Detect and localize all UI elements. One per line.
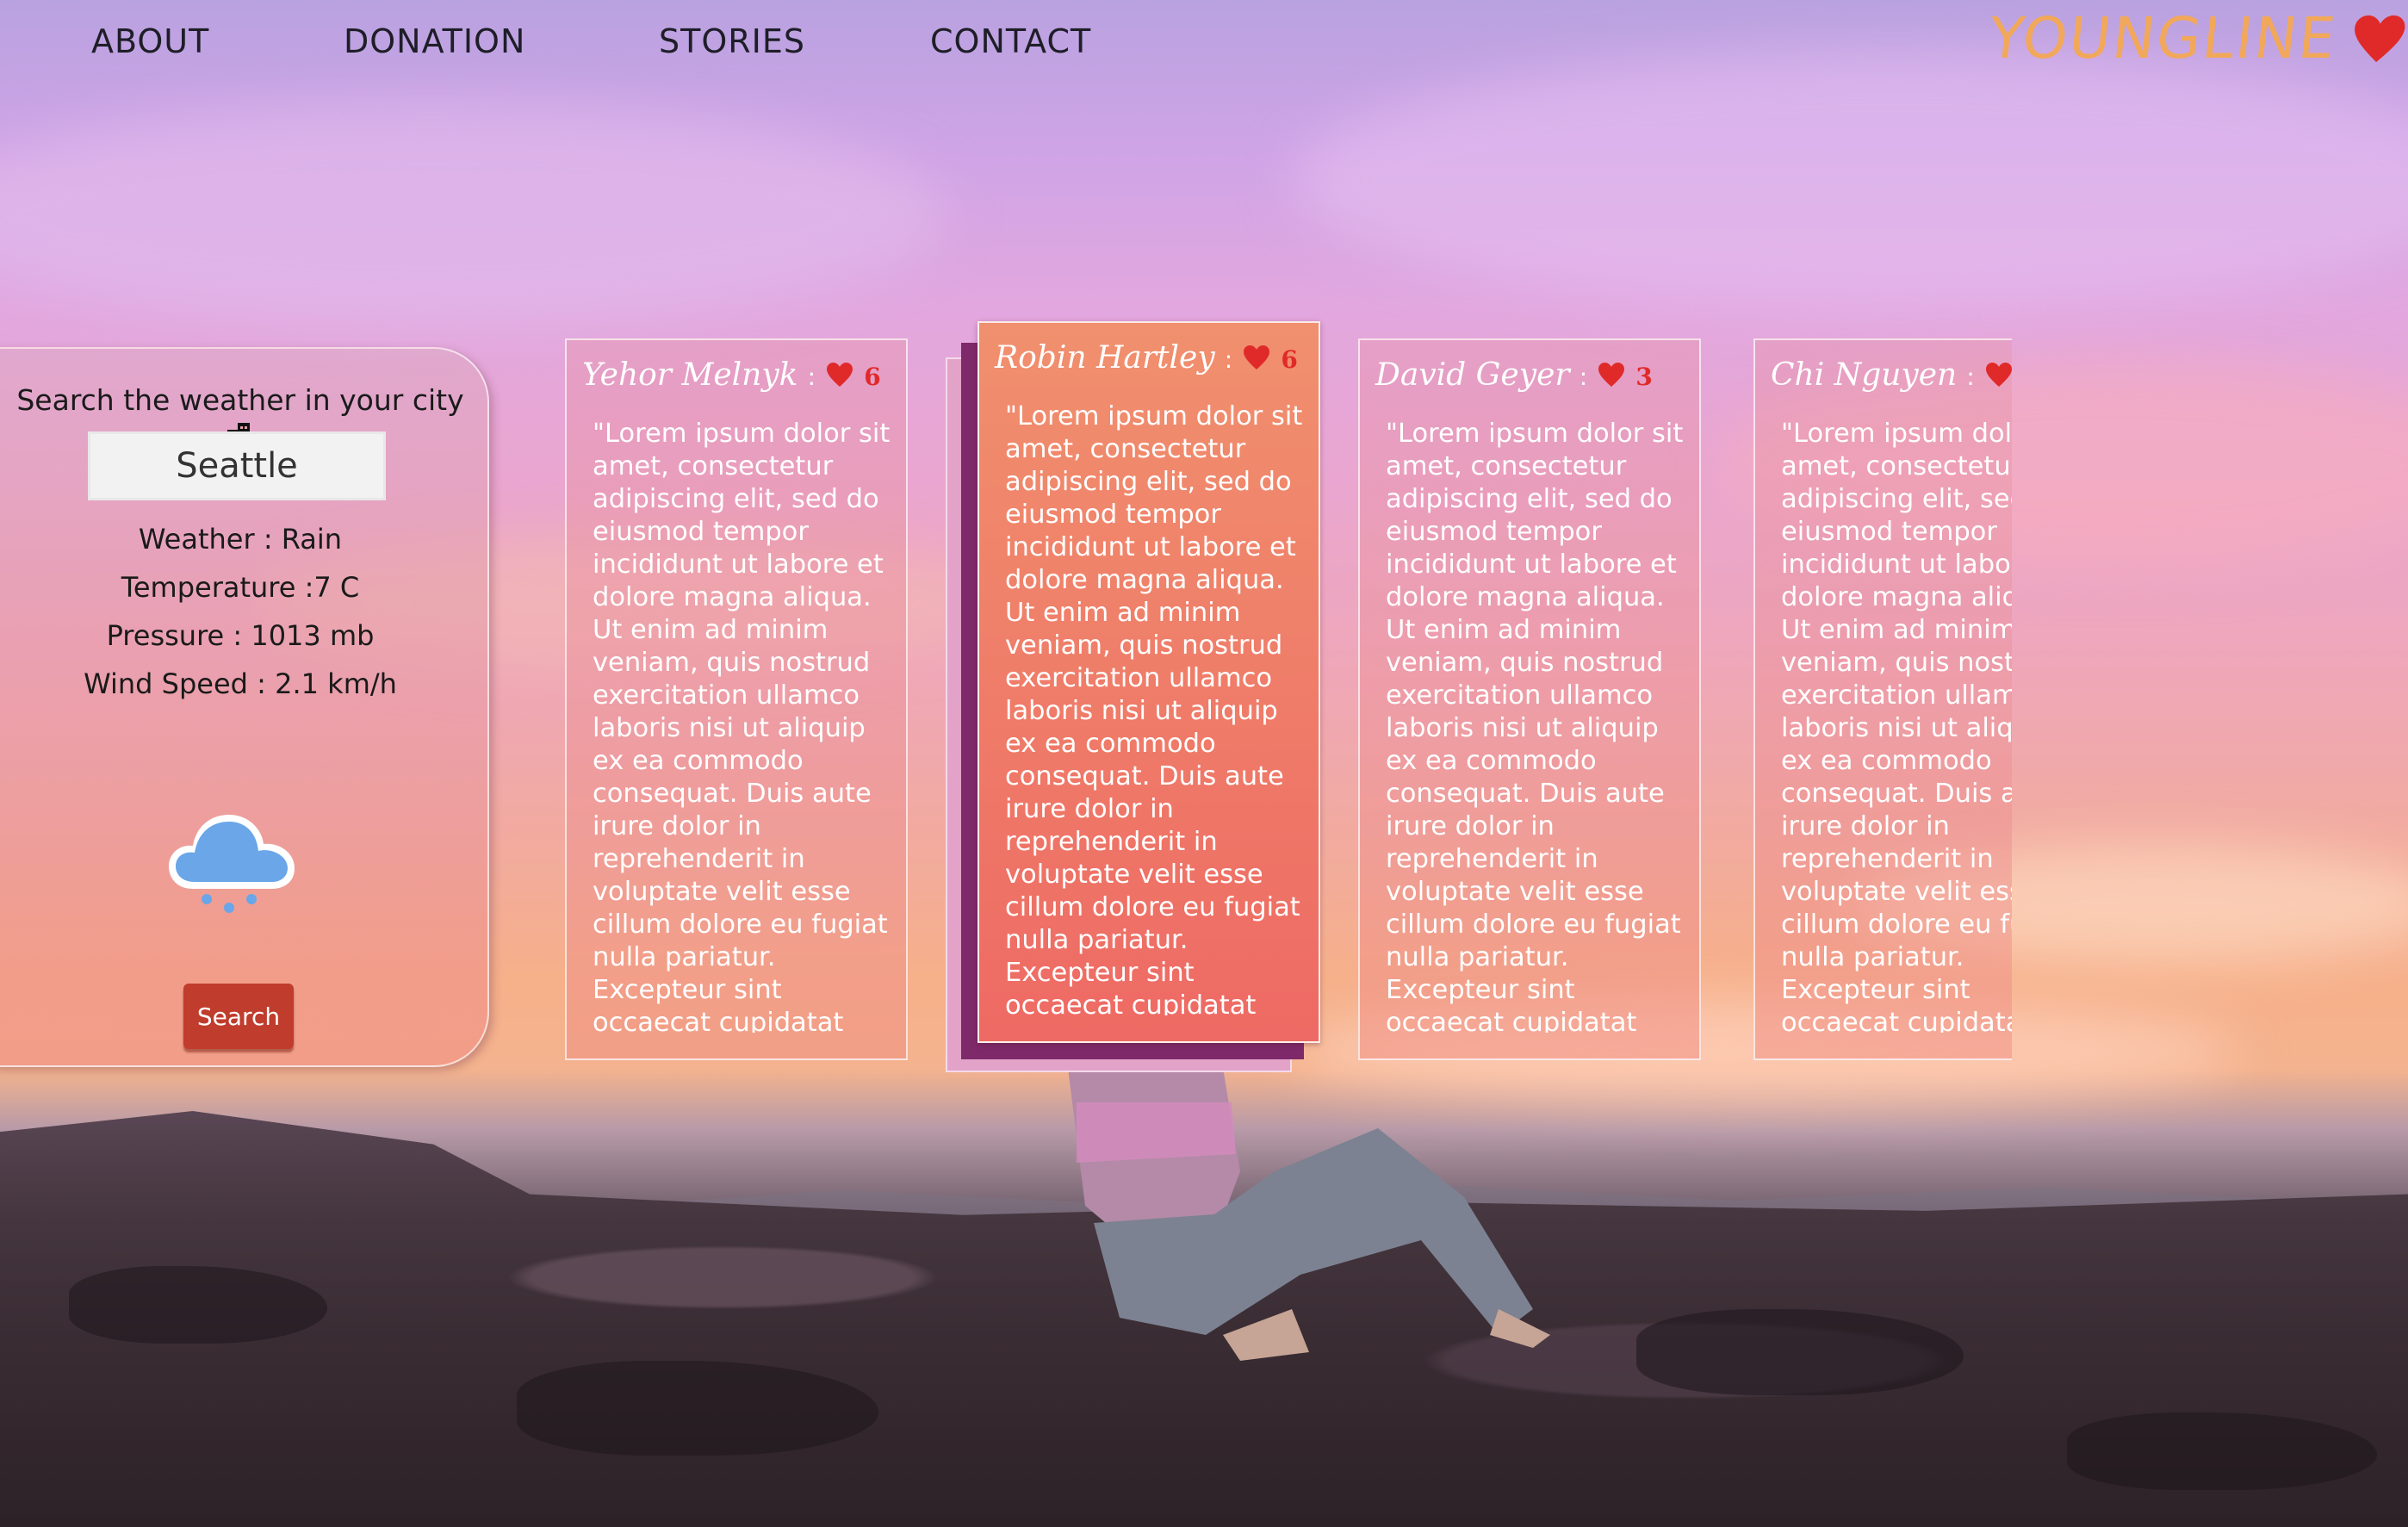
story-card-header: Yehor Melnyk : 6 xyxy=(582,357,897,400)
site-logo[interactable]: YOUNGLINE xyxy=(1986,5,2408,71)
story-text: "Lorem ipsum dolor sit amet, consectetur… xyxy=(1781,419,2012,1033)
heart-icon[interactable] xyxy=(1984,362,2012,388)
like-count: 6 xyxy=(864,363,881,391)
separator: : xyxy=(1966,363,1975,391)
heart-icon[interactable] xyxy=(825,362,854,388)
story-card-header: David Geyer : 3 xyxy=(1375,357,1691,400)
heart-icon[interactable] xyxy=(1242,345,1271,370)
heart-icon[interactable] xyxy=(1597,362,1626,388)
story-author: David Geyer xyxy=(1375,357,1570,393)
separator: : xyxy=(807,363,816,391)
story-author: Chi Nguyen xyxy=(1771,357,1958,393)
story-card[interactable]: David Geyer : 3 "Lorem ipsum dolor sit a… xyxy=(1358,338,1701,1060)
story-card-header: Chi Nguyen : 0 xyxy=(1771,357,2012,400)
stories-carousel: Yehor Melnyk : 6 "Lorem ipsum dolor sit … xyxy=(0,0,2012,1120)
story-text: "Lorem ipsum dolor sit amet, consectetur… xyxy=(593,419,891,1033)
separator: : xyxy=(1224,345,1233,374)
story-author: Yehor Melnyk xyxy=(582,357,798,393)
separator: : xyxy=(1579,363,1588,391)
story-card[interactable]: Yehor Melnyk : 6 "Lorem ipsum dolor sit … xyxy=(565,338,908,1060)
story-text: "Lorem ipsum dolor sit amet, consectetur… xyxy=(1386,419,1684,1033)
like-count: 3 xyxy=(1635,363,1653,391)
heart-icon xyxy=(2355,15,2405,62)
logo-text: YOUNGLINE xyxy=(1985,5,2340,71)
story-card-header: Robin Hartley : 6 xyxy=(995,340,1310,383)
story-text: "Lorem ipsum dolor sit amet, consectetur… xyxy=(1005,401,1303,1015)
story-card-featured[interactable]: Robin Hartley : 6 "Lorem ipsum dolor sit… xyxy=(977,321,1320,1043)
story-card[interactable]: Chi Nguyen : 0 "Lorem ipsum dolor sit am… xyxy=(1753,338,2012,1060)
story-author: Robin Hartley xyxy=(995,340,1215,376)
like-count: 6 xyxy=(1281,345,1298,374)
